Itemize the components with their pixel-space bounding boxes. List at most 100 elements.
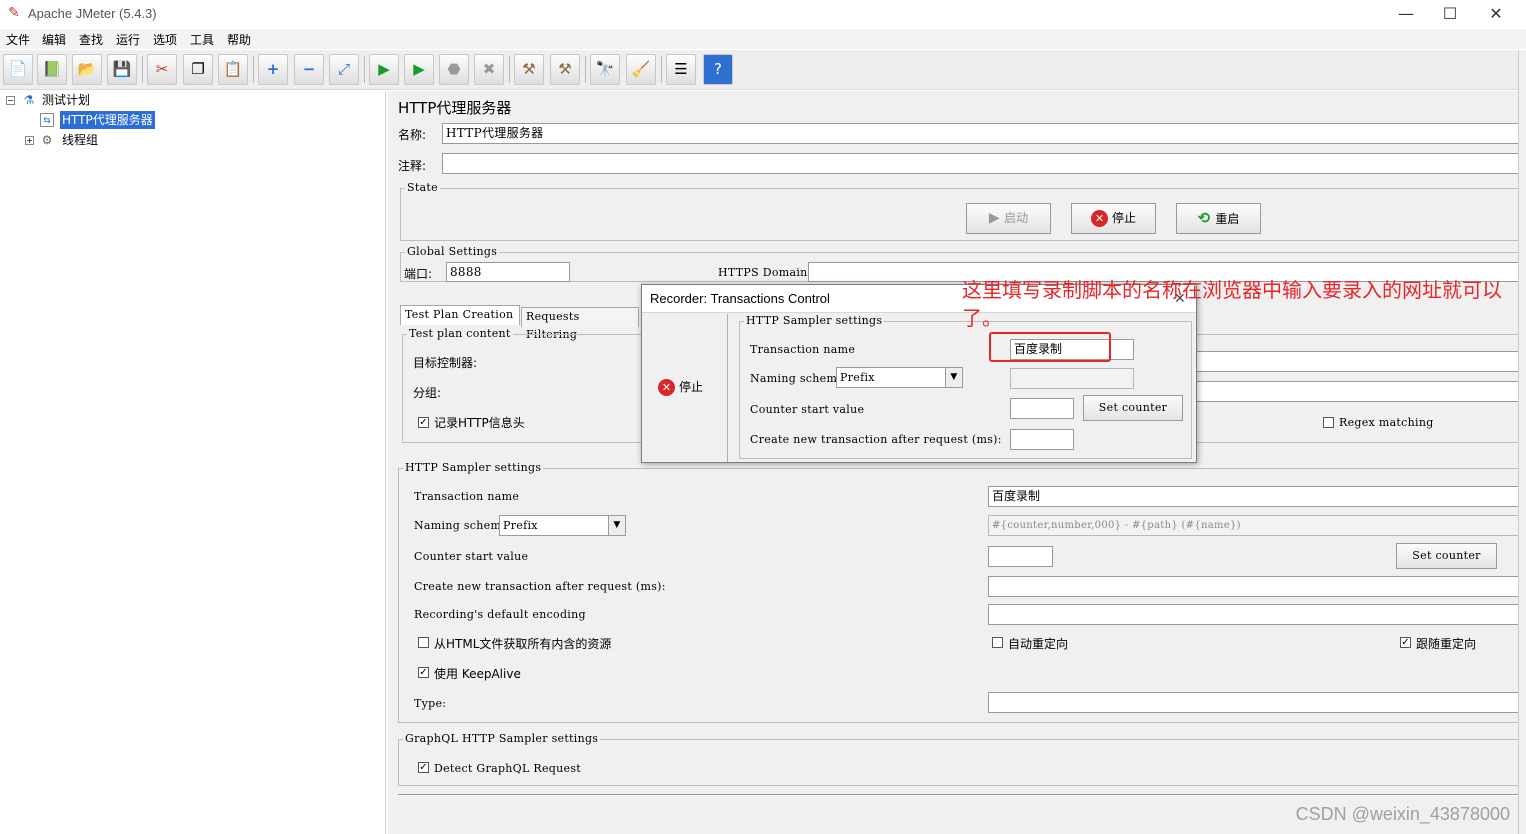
- http-sampler-settings-title: HTTP Sampler settings: [403, 461, 544, 474]
- dialog-naming-format-field[interactable]: [1010, 368, 1134, 389]
- open-icon[interactable]: 📂: [72, 54, 102, 85]
- cut-icon[interactable]: ✂: [147, 54, 177, 85]
- panel-title: HTTP代理服务器: [398, 99, 512, 117]
- paste-icon[interactable]: 📋: [218, 54, 248, 85]
- menu-search[interactable]: 查找: [79, 31, 103, 48]
- tree-item-thread-group[interactable]: 线程组: [62, 131, 98, 149]
- name-label: 名称:: [398, 128, 427, 142]
- function-helper-icon[interactable]: ☰: [666, 54, 696, 85]
- search-icon[interactable]: 🔭: [590, 54, 620, 85]
- port-label: 端口:: [404, 267, 433, 281]
- collapse-icon[interactable]: −: [294, 54, 324, 85]
- dialog-counter-start-label: Counter start value: [750, 403, 865, 416]
- templates-icon[interactable]: 📗: [37, 54, 67, 85]
- create-new-transaction-field[interactable]: [988, 576, 1526, 597]
- dialog-naming-scheme-select[interactable]: Prefix ▼: [836, 367, 963, 388]
- help-icon[interactable]: ?: [703, 54, 733, 85]
- menu-run[interactable]: 运行: [116, 31, 140, 48]
- tab-requests-filtering[interactable]: Requests Filtering: [521, 307, 639, 341]
- state-group: State: [400, 181, 1526, 241]
- minimize-button[interactable]: —: [1386, 2, 1426, 26]
- shutdown-icon[interactable]: ✖: [474, 54, 504, 85]
- collapse-node-icon[interactable]: −: [6, 96, 15, 105]
- menu-options[interactable]: 选项: [153, 31, 177, 48]
- stop-button[interactable]: ✕ 停止: [1071, 203, 1156, 234]
- menu-edit[interactable]: 编辑: [42, 31, 66, 48]
- counter-start-label: Counter start value: [414, 550, 529, 563]
- default-encoding-field[interactable]: [988, 604, 1526, 625]
- counter-start-field[interactable]: [988, 546, 1053, 567]
- name-field[interactable]: HTTP代理服务器: [442, 123, 1526, 144]
- panel-divider: [398, 794, 1526, 796]
- expand-node-icon[interactable]: +: [25, 136, 34, 145]
- restart-button[interactable]: ⟲ 重启: [1176, 203, 1261, 234]
- transaction-name-field[interactable]: 百度录制: [988, 486, 1526, 507]
- state-group-title: State: [405, 181, 440, 194]
- thread-group-gear-icon: ⚙: [41, 133, 53, 147]
- dialog-create-new-transaction-field[interactable]: [1010, 429, 1074, 450]
- new-icon[interactable]: 📄: [3, 54, 33, 85]
- keepalive-checkbox[interactable]: ✓: [418, 667, 429, 678]
- reset-search-icon[interactable]: 🧹: [626, 54, 656, 85]
- title-bar: ✎ Apache JMeter (5.4.3) — ☐ ✕: [0, 0, 1526, 28]
- stop-x-icon: ✕: [1090, 210, 1108, 227]
- comment-field[interactable]: [442, 153, 1526, 174]
- stop-icon[interactable]: ⬣: [439, 54, 469, 85]
- copy-icon[interactable]: ❐: [183, 54, 213, 85]
- auto-redirect-label: 自动重定向: [1008, 637, 1069, 651]
- maximize-button[interactable]: ☐: [1430, 2, 1470, 26]
- restart-button-label: 重启: [1215, 212, 1240, 226]
- start-no-pause-icon[interactable]: ▶: [404, 54, 434, 85]
- port-field[interactable]: 8888: [446, 262, 570, 282]
- tab-test-plan-creation[interactable]: Test Plan Creation: [400, 305, 520, 325]
- menu-help[interactable]: 帮助: [227, 31, 251, 48]
- tree-item-test-plan[interactable]: 测试计划: [42, 91, 90, 109]
- target-controller-select[interactable]: [1196, 351, 1526, 372]
- close-button[interactable]: ✕: [1476, 2, 1516, 26]
- toggle-icon[interactable]: ⤢: [329, 54, 359, 85]
- dialog-counter-start-field[interactable]: [1010, 398, 1074, 419]
- save-icon[interactable]: 💾: [107, 54, 137, 85]
- restart-icon: ⟲: [1197, 209, 1216, 227]
- keepalive-label: 使用 KeepAlive: [434, 667, 521, 681]
- dialog-stop-button[interactable]: ✕ 停止: [658, 378, 703, 396]
- clear-all-icon[interactable]: ⚒: [550, 54, 580, 85]
- start-icon[interactable]: ▶: [369, 54, 399, 85]
- annotation-note: 这里填写录制脚本的名称在浏览器中输入要录入的网址就可以了。: [962, 278, 1502, 330]
- watermark: CSDN @weixin_43878000: [1295, 804, 1510, 824]
- window-edge: [1518, 50, 1526, 834]
- menu-file[interactable]: 文件: [6, 31, 30, 48]
- menu-tools[interactable]: 工具: [190, 31, 214, 48]
- tree-item-http-proxy[interactable]: HTTP代理服务器: [60, 111, 155, 129]
- grouping-label: 分组:: [413, 386, 442, 400]
- record-headers-checkbox[interactable]: ✓: [418, 417, 429, 428]
- default-encoding-label: Recording's default encoding: [414, 608, 586, 621]
- regex-matching-checkbox[interactable]: [1323, 417, 1334, 428]
- set-counter-button[interactable]: Set counter: [1396, 543, 1497, 569]
- type-field[interactable]: [988, 692, 1526, 713]
- stop-button-label: 停止: [1111, 211, 1136, 225]
- global-settings-title: Global Settings: [405, 245, 500, 258]
- start-button-label: 启动: [1004, 211, 1029, 225]
- retrieve-resources-checkbox[interactable]: [418, 637, 429, 648]
- follow-redirect-checkbox[interactable]: ✓: [1400, 637, 1411, 648]
- toolbar: 📄 📗 📂 💾 ✂ ❐ 📋 + − ⤢ ▶ ▶ ⬣ ✖ ⚒ ⚒ 🔭 🧹 ☰ ?: [0, 50, 1526, 90]
- naming-scheme-select[interactable]: Prefix ▼: [499, 515, 626, 536]
- dialog-create-new-transaction-label: Create new transaction after request (ms…: [750, 433, 1002, 446]
- retrieve-resources-label: 从HTML文件获取所有内含的资源: [434, 637, 612, 651]
- menu-bar: 文件 编辑 查找 运行 选项 工具 帮助: [0, 29, 1526, 49]
- comment-label: 注释:: [398, 159, 427, 173]
- grouping-select[interactable]: [1196, 381, 1526, 402]
- dialog-set-counter-button[interactable]: Set counter: [1083, 395, 1183, 421]
- auto-redirect-checkbox[interactable]: [992, 637, 1003, 648]
- start-button[interactable]: ▶ 启动: [966, 203, 1051, 234]
- naming-format-field[interactable]: #{counter,number,000} - #{path} (#{name}…: [988, 515, 1526, 536]
- clear-icon[interactable]: ⚒: [514, 54, 544, 85]
- detect-graphql-checkbox[interactable]: ✓: [418, 762, 429, 773]
- transaction-name-label: Transaction name: [414, 490, 520, 503]
- expand-icon[interactable]: +: [258, 54, 288, 85]
- annotation-highlight-box: [989, 332, 1111, 362]
- naming-scheme-label: Naming scheme: [414, 519, 508, 532]
- test-plan-tree: − ⚗ 测试计划 ⇆ HTTP代理服务器 + ⚙ 线程组: [0, 91, 386, 834]
- dialog-sampler-settings-title: HTTP Sampler settings: [744, 314, 885, 327]
